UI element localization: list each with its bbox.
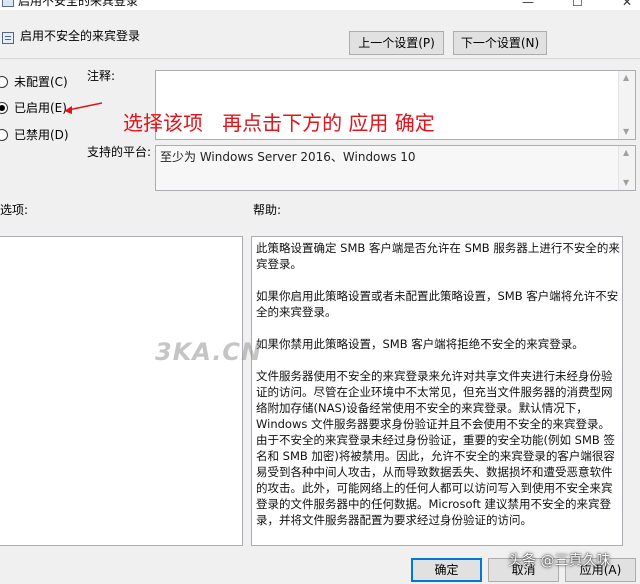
supported-platforms-box: 至少为 Windows Server 2016、Windows 10 xyxy=(155,145,636,191)
close-button[interactable]: ✕ xyxy=(622,0,632,8)
header-divider xyxy=(0,58,640,59)
red-arrow-icon xyxy=(64,102,103,114)
previous-setting-button[interactable]: 上一个设置(P) xyxy=(349,31,444,55)
help-label: 帮助: xyxy=(253,203,282,217)
window-title: 启用不安全的来宾登录 xyxy=(18,0,139,8)
comment-label: 注释: xyxy=(87,69,116,83)
radio-label: 已启用(E) xyxy=(14,101,67,115)
options-panel xyxy=(0,236,243,546)
options-label: 选项: xyxy=(0,203,29,217)
title-bar: 启用不安全的来宾登录 — ☐ ✕ xyxy=(0,0,640,10)
supported-scrollbar[interactable] xyxy=(618,146,635,190)
help-panel: 此策略设置确定 SMB 客户端是否允许在 SMB 服务器上进行不安全的来宾登录。… xyxy=(251,236,623,546)
radio-button[interactable] xyxy=(0,129,8,141)
policy-icon xyxy=(2,0,14,7)
next-setting-button[interactable]: 下一个设置(N) xyxy=(453,31,547,55)
instruction-annotation: 选择该项 再点击下方的 应用 确定 xyxy=(123,111,435,135)
help-text: 此策略设置确定 SMB 客户端是否允许在 SMB 服务器上进行不安全的来宾登录。… xyxy=(256,240,620,544)
radio-button[interactable] xyxy=(0,76,8,88)
help-paragraph: 如果你启用此策略设置或者未配置此策略设置，SMB 客户端将允许不安全的来宾登录。 xyxy=(256,289,619,319)
watermark: 3KA.CN xyxy=(155,338,263,366)
minimize-button[interactable]: — xyxy=(522,0,534,8)
maximize-button[interactable]: ☐ xyxy=(572,0,583,8)
supported-platforms-label: 支持的平台: xyxy=(87,145,152,159)
policy-settings-icon xyxy=(2,32,14,44)
radio-button[interactable] xyxy=(0,102,8,114)
help-paragraph: 此策略设置确定 SMB 客户端是否允许在 SMB 服务器上进行不安全的来宾登录。 xyxy=(256,241,620,271)
radio-label: 已禁用(D) xyxy=(14,128,69,142)
help-paragraph: 如果你禁用此策略设置，SMB 客户端将拒绝不安全的来宾登录。 xyxy=(256,337,584,351)
help-paragraph: 文件服务器使用不安全的来宾登录来允许对共享文件夹进行未经身份验证的访问。尽管在企… xyxy=(256,369,615,527)
supported-platforms-value: 至少为 Windows Server 2016、Windows 10 xyxy=(160,150,416,164)
comment-scrollbar[interactable] xyxy=(618,71,635,139)
source-tag: 头条 @三真久味 xyxy=(508,553,611,569)
radio-label: 未配置(C) xyxy=(14,75,68,89)
setting-title: 启用不安全的来宾登录 xyxy=(20,29,141,43)
ok-button[interactable]: 确定 xyxy=(411,558,482,582)
